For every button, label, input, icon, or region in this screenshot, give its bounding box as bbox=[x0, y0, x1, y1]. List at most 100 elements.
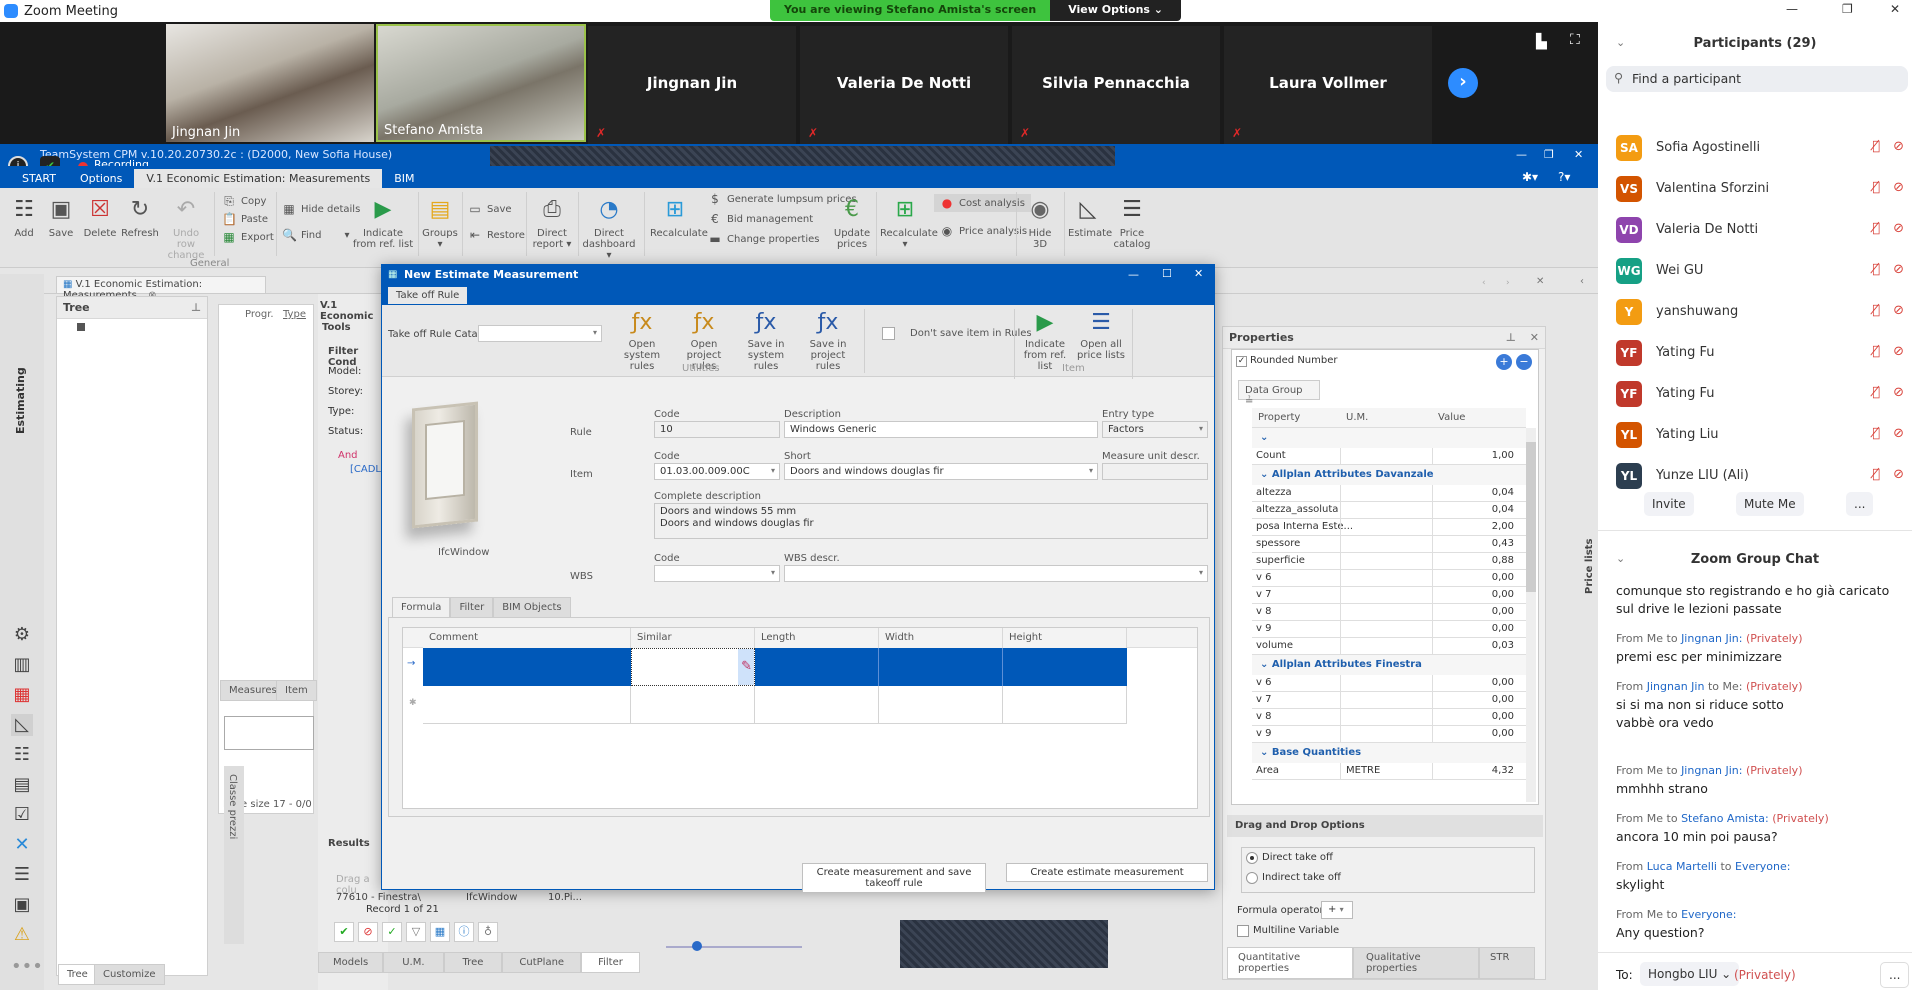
find-button[interactable]: 🔍 Find ▾ bbox=[282, 228, 350, 242]
new-row-cell[interactable] bbox=[631, 686, 755, 724]
buildings-icon[interactable]: ▥ bbox=[11, 654, 33, 676]
col-property[interactable]: Property bbox=[1258, 412, 1300, 423]
change-properties-button[interactable]: ▬ Change properties bbox=[708, 232, 819, 246]
tab-cutplane[interactable]: CutPlane bbox=[502, 952, 582, 973]
property-group-header[interactable]: ⌄ Base Quantities bbox=[1252, 743, 1526, 763]
new-row-cell[interactable] bbox=[879, 686, 1003, 724]
item-code-select[interactable]: 01.03.00.009.00C ▾ bbox=[654, 463, 780, 480]
indirect-takeoff-radio[interactable] bbox=[1246, 872, 1258, 884]
muted-mic-icon[interactable]: 🎙̸ bbox=[1872, 467, 1880, 482]
formula-cell-similar[interactable]: ✎ bbox=[631, 648, 755, 686]
tab-bim-objects[interactable]: BIM Objects bbox=[493, 597, 571, 618]
update-prices-button[interactable]: € Update prices bbox=[832, 194, 872, 250]
save-system-rules-button[interactable]: ƒx Save in system rules bbox=[736, 309, 796, 372]
pin-properties-icon[interactable]: ⊥ bbox=[1506, 331, 1516, 344]
property-row[interactable]: superficie 0,88 bbox=[1252, 553, 1526, 570]
chat-recipient-select[interactable]: Hongbo LIU ⌄ bbox=[1640, 962, 1740, 986]
property-row[interactable]: volume 0,03 bbox=[1252, 638, 1526, 655]
participant-row[interactable]: WG Wei GU 🎙̸ ⊘ bbox=[1616, 255, 1906, 285]
hide-3d-button[interactable]: ◉ Hide 3D bbox=[1020, 194, 1060, 250]
property-row[interactable]: v 8 0,00 bbox=[1252, 604, 1526, 621]
classe-prezzi-tab[interactable]: Classe prezzi bbox=[224, 766, 244, 944]
video-off-icon[interactable]: ⊘ bbox=[1893, 262, 1904, 277]
layout-save-button[interactable]: ▭ Save bbox=[468, 202, 511, 216]
mute-me-button[interactable]: Mute Me bbox=[1736, 492, 1804, 516]
tab-filter[interactable]: Filter bbox=[581, 952, 640, 973]
col-value[interactable]: Value bbox=[1438, 412, 1465, 423]
crane-warning-icon[interactable]: ⚠ bbox=[11, 924, 33, 946]
view-options-button[interactable]: View Options ⌄ bbox=[1050, 0, 1181, 21]
result-row-name[interactable]: 77610 - Finestra\ bbox=[336, 892, 421, 903]
info-circle-icon[interactable]: ⓘ bbox=[454, 922, 474, 942]
dialog-minimize-button[interactable]: — bbox=[1128, 268, 1139, 281]
direct-dashboard-button[interactable]: ◔ Direct dashboard ▾ bbox=[582, 194, 636, 261]
dialog-close-button[interactable]: ✕ bbox=[1194, 267, 1203, 280]
rule-code-field[interactable]: 10 bbox=[654, 421, 780, 438]
find-participant-input[interactable]: ⚲ Find a participant bbox=[1606, 66, 1908, 92]
video-tile-active-speaker[interactable]: Stefano Amista bbox=[376, 24, 586, 142]
close-properties-icon[interactable]: ✕ bbox=[1530, 331, 1539, 344]
property-row[interactable]: altezza 0,04 bbox=[1252, 485, 1526, 502]
property-row[interactable]: v 9 0,00 bbox=[1252, 621, 1526, 638]
formula-cell-length[interactable] bbox=[755, 648, 879, 686]
tab-str[interactable]: STR bbox=[1479, 947, 1535, 979]
muted-mic-icon[interactable]: 🎙̸ bbox=[1872, 344, 1880, 359]
multiline-variable-checkbox[interactable] bbox=[1237, 925, 1249, 937]
col-length[interactable]: Length bbox=[755, 628, 879, 648]
tab-filter-dialog[interactable]: Filter bbox=[450, 597, 494, 618]
property-group-header[interactable]: ⌄ Allplan Attributes Davanzale bbox=[1252, 465, 1526, 485]
wbs-description-select[interactable]: ▾ bbox=[784, 565, 1208, 582]
undo-row-change-button[interactable]: ↶ Undo row change bbox=[164, 194, 208, 261]
participant-row[interactable]: SA Sofia Agostinelli 🎙̸ ⊘ bbox=[1616, 132, 1906, 162]
tools-menu-icon[interactable]: ✱▾ bbox=[1522, 170, 1538, 184]
app-close-button[interactable]: ✕ bbox=[1574, 148, 1583, 161]
copy-button[interactable]: ⎘ Copy bbox=[222, 194, 266, 208]
tab-bim[interactable]: BIM bbox=[382, 169, 426, 188]
muted-mic-icon[interactable]: 🎙̸ bbox=[1872, 139, 1880, 154]
video-off-icon[interactable]: ⊘ bbox=[1893, 180, 1904, 195]
result-row-type[interactable]: IfcWindow bbox=[466, 892, 517, 903]
close-all-icon[interactable]: ✕ bbox=[1536, 276, 1544, 287]
paste-button[interactable]: 📋 Paste bbox=[222, 212, 268, 226]
property-row[interactable]: v 7 0,00 bbox=[1252, 692, 1526, 709]
formula-cell-height[interactable] bbox=[1003, 648, 1127, 686]
add-button[interactable]: ☷ Add bbox=[8, 194, 40, 239]
scroll-tabs-right[interactable]: › bbox=[1506, 278, 1510, 288]
bid-management-button[interactable]: € Bid management bbox=[708, 212, 813, 226]
property-row[interactable]: altezza_assoluta 0,04 bbox=[1252, 502, 1526, 519]
direct-takeoff-radio[interactable] bbox=[1246, 852, 1258, 864]
pin-icon[interactable]: ⊥ bbox=[191, 301, 201, 314]
open-all-price-lists-button[interactable]: ☰ Open all price lists bbox=[1074, 309, 1128, 361]
table-edit-icon[interactable]: ▦ bbox=[430, 922, 450, 942]
tab-start[interactable]: START bbox=[10, 169, 68, 188]
video-tile[interactable]: Laura Vollmer ✗ bbox=[1224, 26, 1432, 144]
doc-tab-measurements[interactable]: ▦ V.1 Economic Estimation: Measurements … bbox=[56, 276, 266, 301]
participant-row[interactable]: YF Yating Fu 🎙̸ ⊘ bbox=[1616, 378, 1906, 408]
property-row[interactable]: v 8 0,00 bbox=[1252, 709, 1526, 726]
muted-mic-icon[interactable]: 🎙̸ bbox=[1872, 303, 1880, 318]
property-row[interactable]: Count 1,00 bbox=[1252, 448, 1526, 465]
image-notebook-icon[interactable]: ▣ bbox=[11, 894, 33, 916]
export-button[interactable]: ▦ Export bbox=[222, 230, 273, 244]
accept-icon[interactable]: ✔ bbox=[334, 922, 354, 942]
video-tile[interactable]: Silvia Pennacchia ✗ bbox=[1012, 26, 1220, 144]
save-button[interactable]: ▣ Save bbox=[44, 194, 78, 239]
result-row-code[interactable]: 10.Pi... bbox=[548, 892, 582, 903]
collapse-icon[interactable]: ‹ bbox=[1580, 276, 1584, 287]
property-row[interactable]: Area METRE 4,32 bbox=[1252, 763, 1526, 780]
app-minimize-button[interactable]: — bbox=[1516, 148, 1527, 161]
item-short-select[interactable]: Doors and windows douglas fir ▾ bbox=[784, 463, 1098, 480]
col-comment[interactable]: Comment bbox=[423, 628, 631, 648]
participant-row[interactable]: YF Yating Fu 🎙̸ ⊘ bbox=[1616, 337, 1906, 367]
recalculate-button[interactable]: ⊞ Recalculate bbox=[650, 194, 708, 239]
open-system-rules-button[interactable]: ƒx Open system rules bbox=[612, 309, 672, 372]
next-page-button[interactable]: › bbox=[1448, 68, 1478, 98]
property-group-header[interactable]: ⌄ bbox=[1252, 428, 1526, 448]
building-grid-icon[interactable]: ▦ bbox=[11, 684, 33, 706]
3d-slider-thumb[interactable] bbox=[692, 941, 702, 951]
video-off-icon[interactable]: ⊘ bbox=[1893, 385, 1904, 400]
measure-unit-field[interactable] bbox=[1102, 463, 1208, 480]
fullscreen-icon[interactable]: ⛶ bbox=[1570, 32, 1580, 48]
data-group-chip[interactable]: Data Group ≟ bbox=[1238, 380, 1320, 407]
video-off-icon[interactable]: ⊘ bbox=[1893, 303, 1904, 318]
